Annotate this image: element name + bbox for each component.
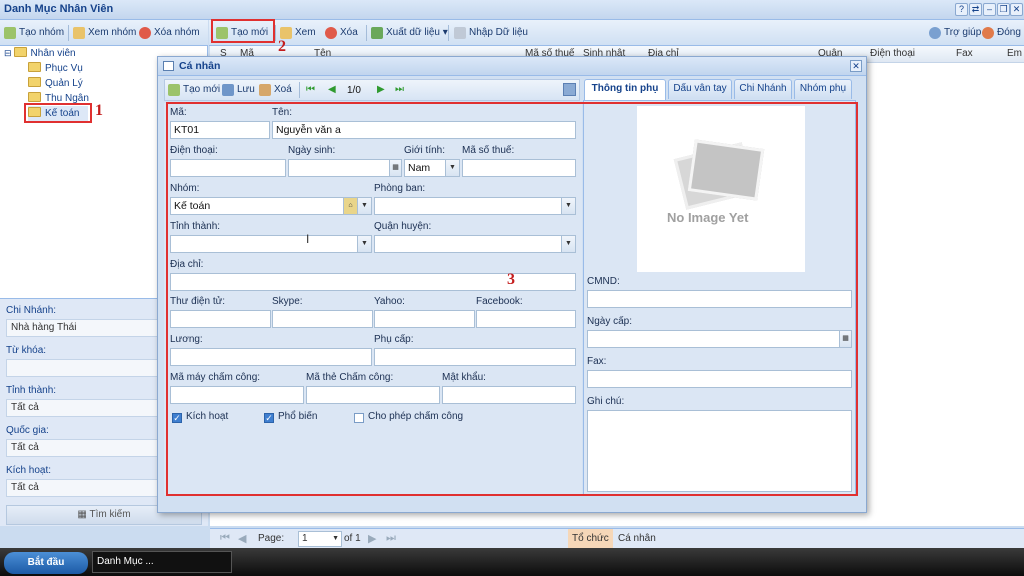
tab-sub-group[interactable]: Nhóm phụ xyxy=(794,79,852,99)
app-title: Danh Mục Nhân Viên xyxy=(4,3,114,15)
export-icon xyxy=(371,27,383,39)
last-page-icon[interactable]: ⏭ xyxy=(386,532,396,545)
separator xyxy=(448,25,449,41)
tab-fingerprint[interactable]: Dấu vân tay xyxy=(668,79,732,99)
refresh-icon[interactable]: ⇄ xyxy=(969,3,982,16)
employee-dialog: Cá nhân ✕ Tạo mới Lưu Xoá ⏮ ◀ 1/0 ▶ ⏭ Mã… xyxy=(157,56,867,513)
prev-page-icon[interactable]: ◀ xyxy=(238,532,246,545)
chevron-down-icon: ▼ xyxy=(332,535,339,542)
dialog-new-button[interactable]: Tạo mới xyxy=(166,81,224,99)
record-indicator: 1/0 xyxy=(347,85,361,96)
annotation-label-3: 3 xyxy=(507,271,515,288)
prev-record-icon[interactable]: ◀ xyxy=(328,84,336,95)
separator xyxy=(68,25,69,41)
start-button[interactable]: Bắt đầu xyxy=(4,552,88,574)
next-page-icon[interactable]: ▶ xyxy=(368,532,376,545)
page-count: of 1 xyxy=(344,533,361,544)
column-header[interactable]: Điện thoại xyxy=(870,48,915,59)
last-record-icon[interactable]: ⏭ xyxy=(395,84,404,95)
app-titlebar: Danh Mục Nhân Viên ? ⇄ – ❐ ✕ xyxy=(0,0,1024,20)
taskbar: Bắt đầu Danh Mục ... xyxy=(0,548,1024,576)
folder-icon xyxy=(28,62,41,72)
tab-individual[interactable]: Cá nhân xyxy=(618,533,656,544)
dialog-title: Cá nhân xyxy=(179,60,221,72)
tab-extra-info[interactable]: Thông tin phụ xyxy=(584,79,666,100)
annotation-box-3 xyxy=(166,102,858,496)
annotation-label-1: 1 xyxy=(95,102,103,119)
page-input[interactable]: 1 ▼ xyxy=(298,531,342,547)
folder-icon xyxy=(28,77,41,87)
annotation-box-2 xyxy=(211,19,275,43)
group-toolbar: Tạo nhóm Xem nhóm Xóa nhóm xyxy=(0,20,208,46)
tree-root[interactable]: ⊟ Nhân viên xyxy=(4,46,76,61)
window-icon xyxy=(163,61,174,71)
close-icon[interactable]: ✕ xyxy=(1010,3,1023,16)
dialog-titlebar: Cá nhân ✕ xyxy=(158,57,866,76)
column-header[interactable]: Em xyxy=(1007,48,1022,59)
separator xyxy=(275,25,276,41)
view-group-icon xyxy=(73,27,85,39)
list-icon[interactable] xyxy=(563,83,576,96)
help-icon xyxy=(929,27,941,39)
separator xyxy=(366,25,367,41)
restore-icon[interactable]: ❐ xyxy=(997,3,1010,16)
help-icon[interactable]: ? xyxy=(955,3,968,16)
dialog-delete-button[interactable]: Xoá xyxy=(257,81,296,99)
branch-label: Chi Nhánh: xyxy=(6,305,57,316)
annotation-label-2: 2 xyxy=(278,38,286,55)
active-filter-label: Kích hoạt: xyxy=(6,465,52,476)
delete-icon xyxy=(259,84,271,96)
search-icon: ▦ xyxy=(77,509,90,520)
add-group-icon xyxy=(4,27,16,39)
folder-icon xyxy=(13,47,27,57)
main-toolbar: Tạo mới Xem Xóa Xuất dữ liệu ▾ Nhập Dữ l… xyxy=(209,20,1024,46)
close-button[interactable]: Đóng xyxy=(980,24,1024,42)
dialog-close-icon[interactable]: ✕ xyxy=(850,60,862,72)
create-group-button[interactable]: Tạo nhóm xyxy=(2,24,68,42)
column-header[interactable]: Fax xyxy=(956,48,973,59)
view-group-button[interactable]: Xem nhóm xyxy=(71,24,140,42)
tree-item-quan-ly[interactable]: Quản Lý xyxy=(28,76,83,91)
separator xyxy=(299,82,300,98)
minimize-icon[interactable]: – xyxy=(983,3,996,16)
first-page-icon[interactable]: ⏮ xyxy=(220,532,230,545)
tree-item-phuc-vu[interactable]: Phục Vụ xyxy=(28,61,83,76)
dialog-toolbar: Tạo mới Lưu Xoá ⏮ ◀ 1/0 ▶ ⏭ xyxy=(164,79,580,101)
collapse-icon[interactable]: ⊟ xyxy=(4,48,12,58)
annotation-box-1 xyxy=(24,103,92,123)
country-filter-label: Quốc gia: xyxy=(6,425,49,436)
delete-button[interactable]: Xóa xyxy=(323,24,362,42)
close-icon xyxy=(982,27,994,39)
delete-group-button[interactable]: Xóa nhóm xyxy=(137,24,204,42)
next-record-icon[interactable]: ▶ xyxy=(377,84,385,95)
import-data-button[interactable]: Nhập Dữ liệu xyxy=(452,24,532,42)
page-label: Page: xyxy=(258,533,285,544)
save-icon xyxy=(222,84,234,96)
delete-icon xyxy=(325,27,337,39)
delete-icon xyxy=(139,27,151,39)
city-filter-label: Tỉnh thành: xyxy=(6,385,57,396)
folder-icon xyxy=(28,92,41,102)
first-record-icon[interactable]: ⏮ xyxy=(306,84,315,95)
grid-pager: ⏮ ◀ Page: 1 ▼ of 1 ▶ ⏭ Tổ chức Cá nhân xyxy=(210,528,1024,548)
new-document-icon xyxy=(168,84,180,96)
taskbar-item[interactable]: Danh Mục ... xyxy=(92,551,232,573)
tab-organization[interactable]: Tổ chức xyxy=(568,529,613,548)
tab-branch[interactable]: Chi Nhánh xyxy=(734,79,792,99)
help-button[interactable]: Trợ giúp xyxy=(927,24,985,42)
dialog-save-button[interactable]: Lưu xyxy=(220,81,259,99)
import-icon xyxy=(454,27,466,39)
keyword-label: Từ khóa: xyxy=(6,345,47,356)
export-data-button[interactable]: Xuất dữ liệu ▾ xyxy=(369,24,452,42)
